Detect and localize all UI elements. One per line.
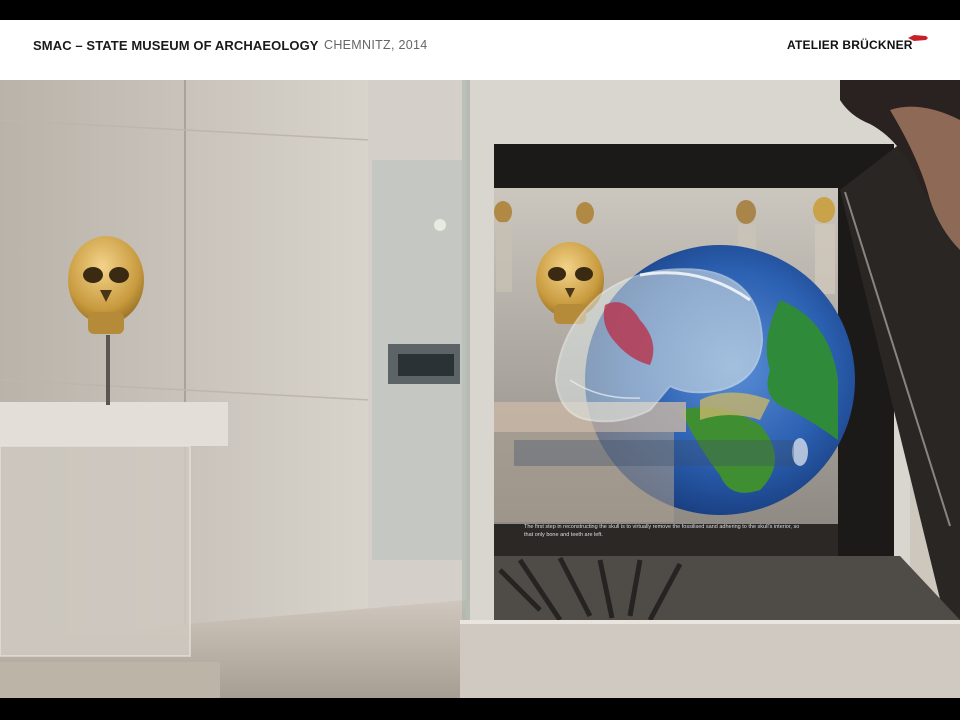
brand-name: ATELIER BRÜCKNER [787,38,913,52]
top-black-bar [0,0,960,20]
brand-logo-icon [908,35,928,41]
exhibition-photo: The first step in reconstructing the sku… [0,80,960,698]
exhibition-scene [0,80,960,698]
bottom-black-bar [0,698,960,720]
project-title: SMAC – STATE MUSEUM OF ARCHAEOLOGY [33,38,319,53]
project-location: CHEMNITZ, 2014 [324,38,428,52]
screen-caption: The first step in reconstructing the sku… [524,524,800,538]
